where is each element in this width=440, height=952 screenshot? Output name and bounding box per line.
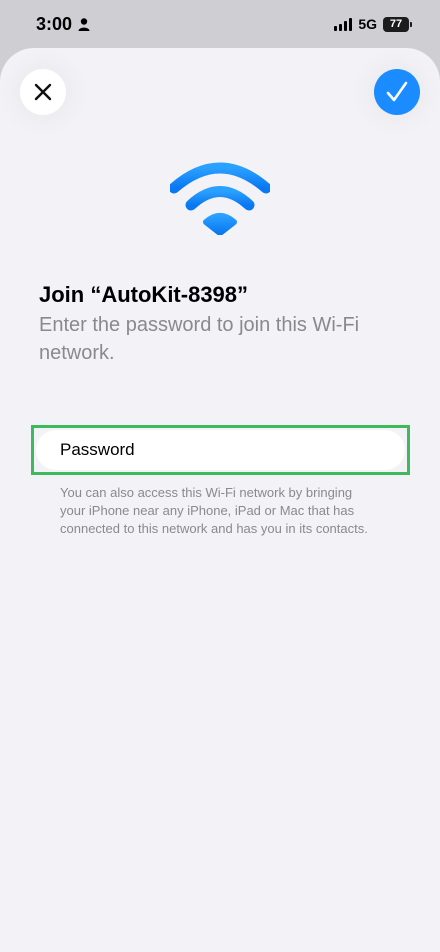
password-field-highlight	[31, 425, 410, 475]
join-confirm-button[interactable]	[374, 69, 420, 115]
join-network-sheet: Join “AutoKit-8398” Enter the password t…	[0, 48, 440, 952]
status-bar: 3:00 5G 77	[0, 0, 440, 48]
network-title: Join “AutoKit-8398”	[39, 282, 249, 307]
password-sharing-note: You can also access this Wi-Fi network b…	[60, 485, 368, 536]
close-icon	[34, 83, 52, 101]
battery-tip	[410, 21, 412, 27]
network-type: 5G	[358, 16, 377, 32]
close-button[interactable]	[20, 69, 66, 115]
battery-icon: 77	[383, 16, 409, 32]
network-subtitle: Enter the password to join this Wi-Fi ne…	[39, 314, 360, 364]
signal-icon	[334, 17, 353, 31]
status-left: 3:00	[36, 14, 90, 35]
status-right: 5G 77	[334, 16, 412, 32]
wifi-icon	[170, 162, 270, 235]
battery-level: 77	[389, 18, 403, 30]
person-icon	[78, 17, 90, 31]
status-time: 3:00	[36, 13, 73, 34]
battery-indicator: 77	[383, 16, 412, 32]
checkmark-icon	[386, 81, 408, 102]
password-field[interactable]	[36, 430, 405, 470]
